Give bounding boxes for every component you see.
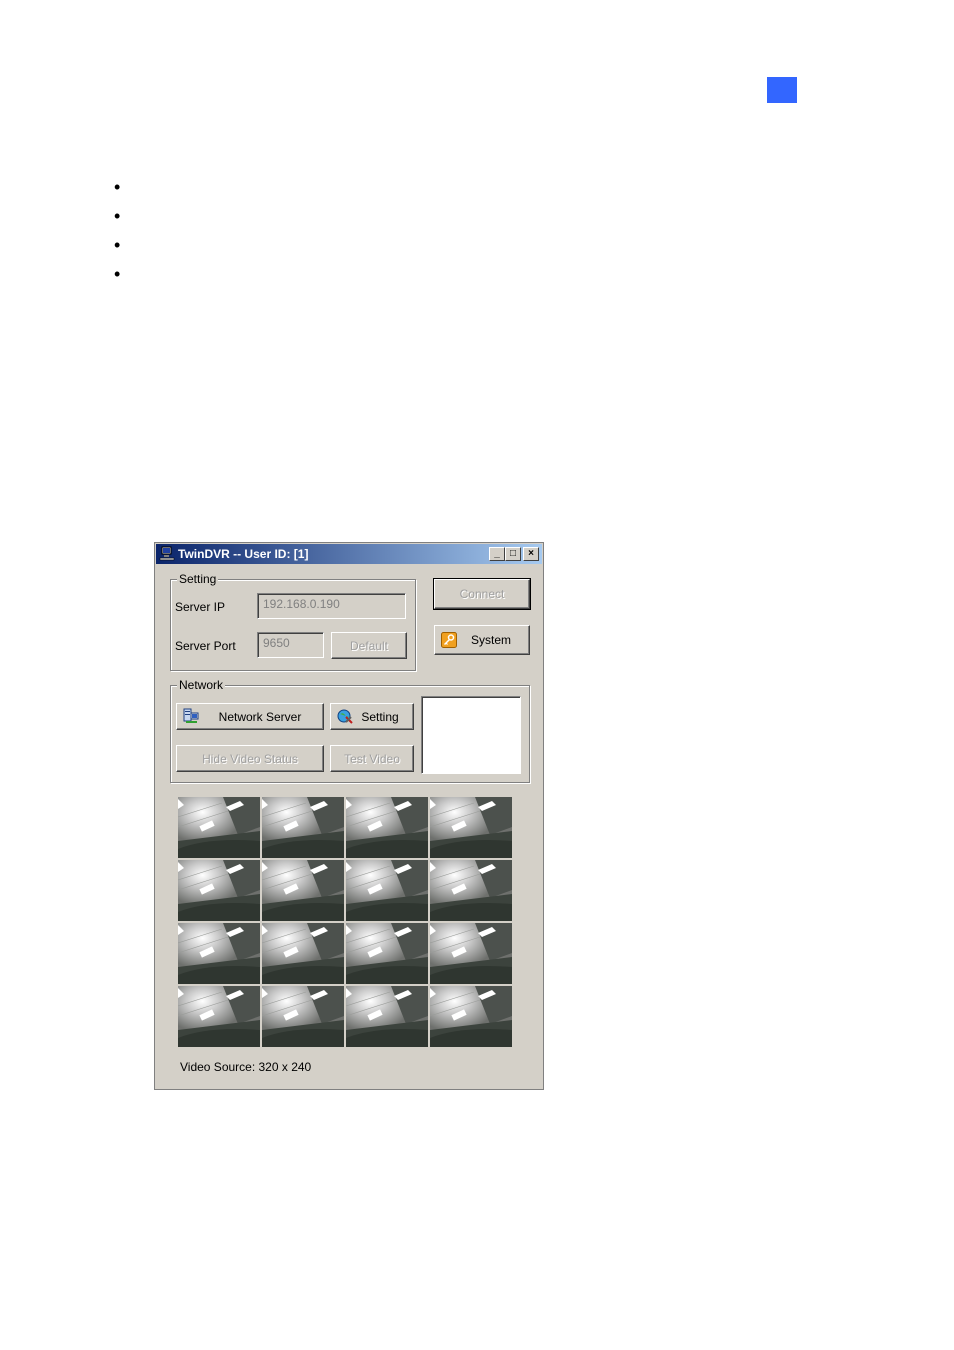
bullet-point — [114, 212, 122, 226]
bullet-point — [114, 270, 122, 284]
camera-thumbnail[interactable] — [178, 923, 260, 984]
camera-thumbnail[interactable] — [178, 860, 260, 921]
globe-tools-icon — [337, 709, 353, 724]
camera-feed-image — [430, 923, 512, 984]
minimize-icon: _ — [494, 548, 500, 559]
bullet-point — [114, 241, 122, 255]
network-setting-button[interactable]: Setting — [330, 703, 414, 730]
computer-network-icon — [159, 546, 175, 561]
camera-feed-image — [346, 986, 428, 1047]
camera-thumbnail[interactable] — [262, 923, 344, 984]
network-setting-button-label: Setting — [361, 709, 399, 724]
camera-feed-image — [262, 986, 344, 1047]
camera-thumbnail[interactable] — [262, 797, 344, 858]
bullet-point — [114, 183, 122, 197]
camera-feed-image — [346, 860, 428, 921]
close-icon: × — [528, 548, 534, 559]
camera-feed-image — [262, 923, 344, 984]
twindvr-window: TwinDVR -- User ID: [1] _ □ × Setting Se… — [154, 542, 544, 1090]
test-video-button[interactable]: Test Video — [330, 745, 414, 772]
camera-thumbnail[interactable] — [346, 797, 428, 858]
server-port-label: Server Port — [175, 639, 236, 653]
camera-thumbnail[interactable] — [346, 923, 428, 984]
camera-feed-image — [178, 860, 260, 921]
default-button[interactable]: Default — [331, 632, 407, 659]
video-preview-box — [421, 696, 521, 774]
video-source-label: Video Source: 320 x 240 — [180, 1060, 312, 1074]
network-server-button-label: Network Server — [218, 709, 302, 724]
camera-feed-image — [178, 923, 260, 984]
camera-grid — [178, 797, 514, 1051]
camera-thumbnail[interactable] — [430, 923, 512, 984]
network-group-label: Network — [177, 678, 226, 692]
camera-feed-image — [430, 860, 512, 921]
close-button[interactable]: × — [523, 547, 539, 561]
network-server-button[interactable]: Network Server — [176, 703, 324, 730]
connect-button[interactable]: Connect — [433, 578, 531, 610]
camera-thumbnail[interactable] — [262, 986, 344, 1047]
camera-feed-image — [346, 923, 428, 984]
camera-thumbnail[interactable] — [430, 860, 512, 921]
camera-feed-image — [178, 986, 260, 1047]
page-marker-tab — [767, 77, 797, 103]
server-ip-label: Server IP — [175, 600, 226, 614]
server-icon — [183, 708, 199, 723]
camera-feed-image — [346, 797, 428, 858]
server-ip-field[interactable]: 192.168.0.190 — [257, 593, 406, 619]
camera-thumbnail[interactable] — [346, 860, 428, 921]
camera-feed-image — [262, 860, 344, 921]
title-bar[interactable]: TwinDVR -- User ID: [1] _ □ × — [156, 544, 542, 564]
system-button[interactable]: System — [434, 625, 530, 655]
setting-group-label: Setting — [177, 572, 219, 586]
camera-thumbnail[interactable] — [178, 797, 260, 858]
key-icon — [441, 632, 457, 648]
minimize-button[interactable]: _ — [489, 547, 505, 561]
camera-feed-image — [262, 797, 344, 858]
camera-feed-image — [430, 797, 512, 858]
server-port-field[interactable]: 9650 — [257, 632, 324, 658]
camera-feed-image — [430, 986, 512, 1047]
maximize-icon: □ — [509, 548, 517, 559]
hide-video-status-button[interactable]: Hide Video Status — [176, 745, 324, 772]
camera-thumbnail[interactable] — [178, 986, 260, 1047]
window-title: TwinDVR -- User ID: [1] — [178, 547, 309, 561]
camera-thumbnail[interactable] — [430, 797, 512, 858]
maximize-button[interactable]: □ — [505, 547, 521, 561]
camera-thumbnail[interactable] — [262, 860, 344, 921]
system-button-label: System — [470, 633, 511, 647]
camera-feed-image — [178, 797, 260, 858]
camera-thumbnail[interactable] — [346, 986, 428, 1047]
camera-thumbnail[interactable] — [430, 986, 512, 1047]
